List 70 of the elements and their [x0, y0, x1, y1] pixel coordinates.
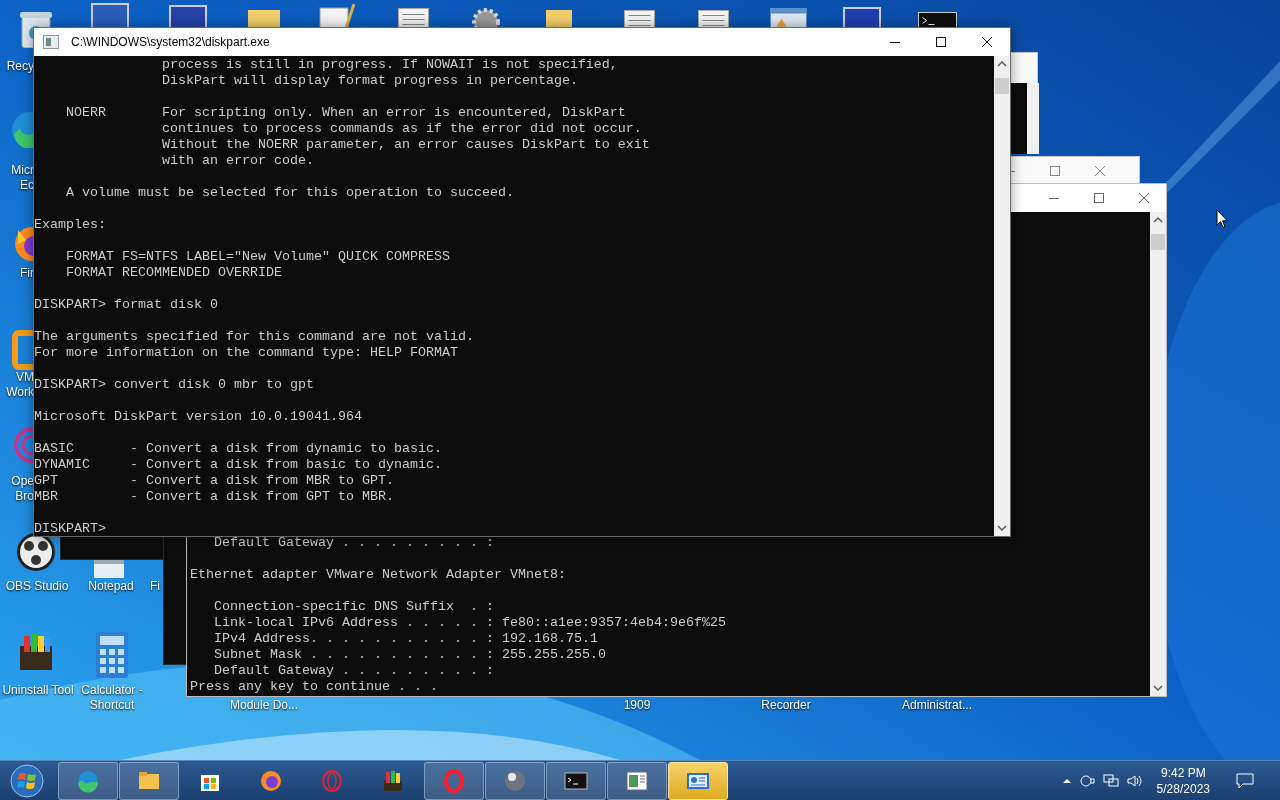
- scroll-thumb[interactable]: [995, 78, 1009, 94]
- folder-icon: [248, 10, 280, 30]
- console-text: process is still in progress. If NOWAIT is not specified, DiskPart will display format progress in percentage.: [160, 57, 619, 89]
- maximize-icon: [1049, 166, 1060, 176]
- icon-label[interactable]: Recorder: [748, 698, 824, 713]
- console-text: BASIC - Convert a disk from dynamic to basic. DYNAMIC - Convert a disk from basic to dynamic. GPT - Convert a disk from MBR to GPT. MBR - Convert a disk from GPT to MBR.: [34, 441, 443, 505]
- taskbar-button[interactable]: [485, 761, 545, 800]
- console-icon: [43, 35, 59, 49]
- mouse-pointer-icon: [1216, 209, 1229, 229]
- console-text: DISKPART>: [34, 521, 107, 536]
- taskbar-button[interactable]: [546, 761, 606, 800]
- notification-icon[interactable]: [1236, 772, 1254, 789]
- console-text: The arguments specified for this command are not valid. For more information on the command type: HELP FORMAT: [34, 329, 475, 361]
- console-text: FORMAT FS=NTFS LABEL="New Volume" QUICK COMPRESS FORMAT RECOMMENDED OVERRIDE: [65, 249, 451, 281]
- books-icon: [381, 768, 405, 793]
- aperture-icon: [17, 533, 55, 571]
- box-icon: [20, 634, 52, 670]
- icon-label[interactable]: Micr Ec: [0, 163, 34, 193]
- scrollbar[interactable]: [994, 56, 1010, 536]
- window-icon: [625, 768, 649, 793]
- console-text: A volume must be selected for this operation to succeed.: [65, 185, 515, 201]
- ring-icon: [320, 768, 344, 793]
- icon-label[interactable]: Uninstall Tool: [0, 683, 76, 698]
- clock-date: 5/28/2023: [1156, 780, 1210, 797]
- webcam-icon[interactable]: [1078, 773, 1095, 788]
- scrollbar[interactable]: [1150, 212, 1166, 696]
- console-text: NOERR For scripting only. When an error is encountered, DiskPart continues to process commands as if the error did not occur. Without the NOERR parameter, an error causes DiskPart to exit with an error code.: [65, 105, 651, 169]
- icon-label[interactable]: Module Do...: [225, 698, 303, 713]
- taskbar-button[interactable]: [607, 761, 667, 800]
- console-text: Ethernet adapter VMware Network Adapter VMnet8:: [190, 567, 567, 583]
- speaker-icon[interactable]: [1126, 773, 1143, 788]
- icon-label[interactable]: Notepad: [74, 579, 148, 594]
- close-icon: [982, 37, 992, 47]
- window-title: C:\WINDOWS\system32\diskpart.exe: [71, 35, 270, 49]
- chevron-up-icon[interactable]: [1062, 777, 1071, 784]
- icon-label[interactable]: Administrat...: [896, 698, 978, 713]
- icon-label[interactable]: OBS Studio: [0, 579, 74, 594]
- icon-label[interactable]: Calculator - Shortcut: [74, 683, 150, 713]
- close-icon: [1138, 193, 1149, 203]
- windows-logo-icon: [10, 763, 44, 798]
- console-text: Examples:: [34, 217, 107, 233]
- ring-icon: [14, 427, 33, 463]
- icon-label[interactable]: VM Work: [0, 370, 34, 400]
- close-icon: [1094, 166, 1105, 176]
- sphere-icon: [503, 768, 527, 793]
- network-icon[interactable]: [1102, 773, 1119, 788]
- icon-label[interactable]: Recy: [0, 59, 34, 74]
- clock-time: 9:42 PM: [1160, 764, 1206, 781]
- console-text: DISKPART> format disk 0: [34, 297, 219, 313]
- clock[interactable]: 9:42 PM 5/28/2023: [1156, 764, 1210, 797]
- icon-label[interactable]: Fir: [0, 266, 34, 281]
- ring-icon: [442, 768, 466, 793]
- calculator-icon: [96, 632, 128, 678]
- icon-label[interactable]: Ope Bro: [0, 474, 34, 504]
- console-text: DISKPART> convert disk 0 mbr to gpt: [34, 377, 315, 393]
- folder-icon: [546, 10, 572, 30]
- monitor-icon: [91, 3, 129, 29]
- fox-icon: [259, 768, 283, 793]
- icon-label[interactable]: 1909: [599, 698, 675, 713]
- maximize-icon: [1093, 193, 1104, 203]
- console-text: Microsoft DiskPart version 10.0.19041.964: [34, 409, 363, 425]
- console-text: Default Gateway . . . . . . . . . :: [213, 535, 495, 551]
- icon-label[interactable]: Fi: [150, 579, 163, 594]
- swirl-icon: [76, 768, 100, 793]
- scroll-thumb[interactable]: [1151, 234, 1165, 250]
- console-text: Connection-specific DNS Suffix . : Link-local IPv6 Address . . . . . : fe80::a1ee:9357:4eb4:9e6f%25 IPv4 Address. . . . . . . . . . . : 192.168.75.1 Subnet Mask . . . . . . . . . . . : 255.255.255.0 Default Gateway . . . . . . . . . : Press any key to continue . . .: [190, 599, 727, 695]
- maximize-icon: [936, 37, 946, 47]
- taskbar-button[interactable]: [668, 761, 728, 800]
- notepad-icon: [94, 560, 124, 578]
- monitor-icon: [169, 5, 207, 29]
